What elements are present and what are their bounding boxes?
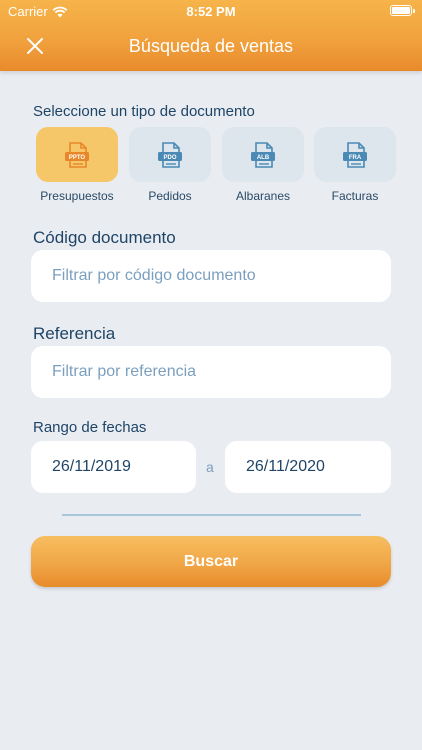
doc-type-albaranes[interactable]: ALB Albaranes — [222, 127, 304, 205]
doc-type-pedidos[interactable]: PDO Pedidos — [129, 127, 211, 205]
date-from-field[interactable]: 26/11/2019 — [31, 441, 196, 493]
doc-type-label: Presupuestos — [40, 189, 114, 203]
date-to-field[interactable]: 26/11/2020 — [225, 441, 391, 493]
document-alb-icon: ALB — [251, 141, 275, 168]
header-bar: Carrier 8:52 PM Búsqueda de ventas — [0, 0, 422, 71]
doc-code: ALB — [257, 155, 270, 161]
doc-type-label: Albaranes — [235, 189, 291, 203]
doc-type-facturas[interactable]: FRA Facturas — [314, 127, 396, 205]
doc-type-tile: FRA — [314, 127, 396, 182]
doc-type-label: Facturas — [331, 189, 379, 203]
referencia-label: Referencia — [33, 324, 116, 343]
doc-code: PDO — [163, 155, 176, 161]
referencia-input[interactable]: Filtrar por referencia — [31, 346, 391, 398]
document-type-label: Seleccione un tipo de documento — [33, 103, 255, 120]
date-from-value: 26/11/2019 — [52, 458, 131, 475]
page-title: Búsqueda de ventas — [128, 36, 294, 56]
doc-type-label: Pedidos — [148, 189, 192, 203]
date-to-value: 26/11/2020 — [246, 458, 325, 475]
document-fra-icon: FRA — [343, 141, 367, 168]
battery-icon — [390, 5, 415, 16]
doc-type-tile: ALB — [222, 127, 304, 182]
doc-type-tile: PDO — [129, 127, 211, 182]
doc-type-presupuestos[interactable]: PPTO Presupuestos — [36, 127, 118, 205]
doc-code: FRA — [349, 155, 362, 161]
doc-code: PPTO — [69, 155, 86, 161]
referencia-placeholder: Filtrar por referencia — [52, 363, 197, 380]
doc-type-tile: PPTO — [36, 127, 118, 182]
document-ppto-icon: PPTO — [65, 141, 89, 168]
search-button[interactable]: Buscar — [31, 536, 391, 587]
status-bar: Carrier 8:52 PM — [0, 0, 422, 22]
date-range-separator: a — [206, 459, 214, 475]
codigo-documento-input[interactable]: Filtrar por código documento — [31, 250, 391, 302]
codigo-documento-placeholder: Filtrar por código documento — [52, 267, 256, 284]
codigo-documento-label: Código documento — [33, 228, 176, 247]
status-time: 8:52 PM — [186, 4, 236, 19]
divider — [62, 514, 361, 516]
document-pdo-icon: PDO — [158, 141, 182, 168]
rango-fechas-label: Rango de fechas — [33, 419, 147, 436]
document-type-selector: PPTO Presupuestos PDO Pedidos ALB Albara… — [36, 127, 398, 207]
